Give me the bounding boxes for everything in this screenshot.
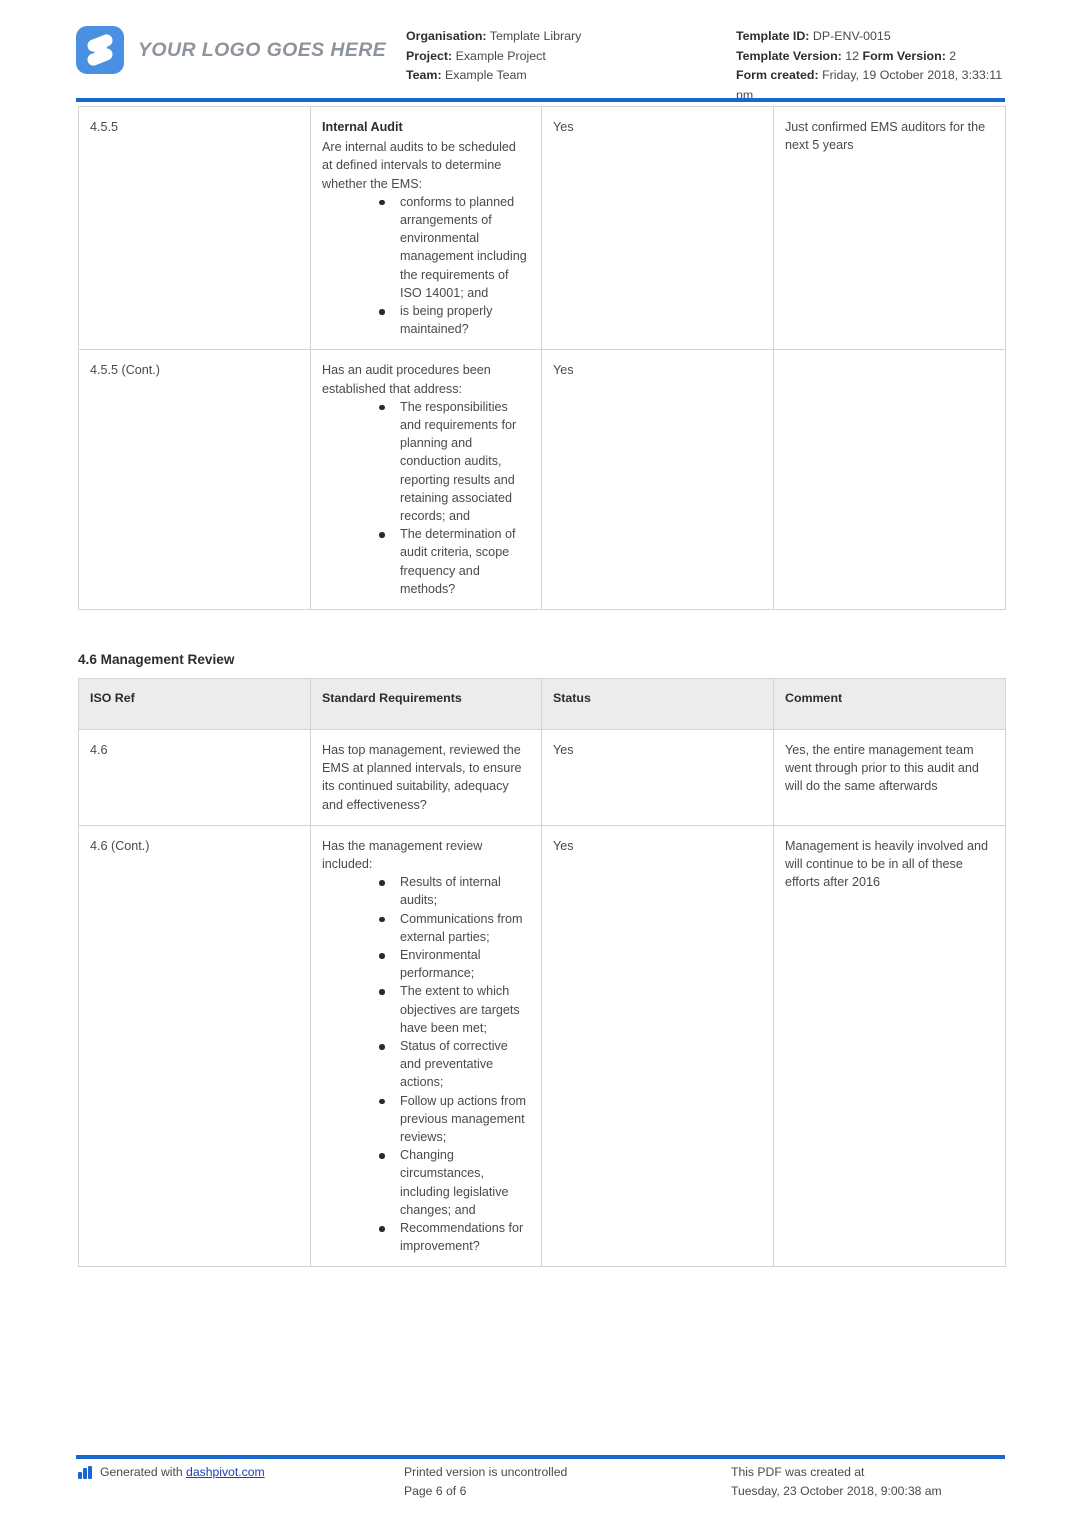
requirement-title: Internal Audit — [322, 120, 403, 134]
bar-chart-icon — [78, 1466, 93, 1479]
table-row: 4.5.5 Internal Audit Are internal audits… — [78, 105, 1006, 351]
requirement-intro: Has top management, reviewed the EMS at … — [322, 743, 522, 812]
footer-print-block: Printed version is uncontrolled Page 6 o… — [404, 1463, 731, 1501]
meta-template-version-value: 12 — [845, 48, 860, 63]
requirement-intro: Has the management review included: — [322, 838, 483, 872]
list-item: Changing circumstances, including legisl… — [379, 1146, 529, 1219]
logo-placeholder-text: YOUR LOGO GOES HERE — [138, 38, 387, 61]
meta-form-created-label: Form created: — [736, 68, 819, 82]
document-footer: Generated with dashpivot.com Printed ver… — [78, 1463, 1006, 1501]
list-item: Status of corrective and preventative ac… — [379, 1037, 529, 1092]
cell-standard-requirements: Has an audit procedures been established… — [310, 349, 542, 611]
list-item: The responsibilities and requirements fo… — [379, 398, 529, 525]
list-item: The extent to which objectives are targe… — [379, 982, 529, 1037]
cell-status: Yes — [541, 105, 774, 351]
meta-template-version-label: Template Version: — [736, 48, 842, 63]
list-item: Recommendations for improvement? — [379, 1219, 529, 1255]
dashpivot-link[interactable]: dashpivot.com — [186, 1465, 265, 1479]
logo-block: YOUR LOGO GOES HERE — [76, 18, 406, 74]
column-header-standard-requirements: Standard Requirements — [310, 678, 542, 730]
meta-project: Project: Example Project — [406, 47, 736, 67]
footer-generated-block: Generated with dashpivot.com — [78, 1463, 404, 1501]
meta-versions: Template Version: 12 Form Version: 2 — [736, 47, 1006, 67]
footer-generated-text: Generated with dashpivot.com — [100, 1463, 265, 1482]
meta-team: Team: Example Team — [406, 66, 736, 86]
cell-comment: Management is heavily involved and will … — [773, 824, 1006, 1268]
footer-created-value: Tuesday, 23 October 2018, 9:00:38 am — [731, 1484, 942, 1498]
document-page: YOUR LOGO GOES HERE Organisation: Templa… — [0, 0, 1086, 1536]
meta-organisation: Organisation: Template Library — [406, 27, 736, 47]
footer-generated-prefix: Generated with — [100, 1465, 183, 1479]
cell-iso-ref: 4.5.5 — [78, 105, 311, 351]
footer-page-number: Page 6 of 6 — [404, 1484, 467, 1498]
list-item: conforms to planned arrangements of envi… — [379, 193, 529, 302]
table-row: 4.6 Has top management, reviewed the EMS… — [78, 729, 1006, 826]
cell-status: Yes — [541, 349, 774, 611]
cell-iso-ref: 4.6 (Cont.) — [78, 824, 311, 1268]
meta-team-label: Team: — [406, 68, 442, 82]
cell-comment — [773, 349, 1006, 611]
document-header: YOUR LOGO GOES HERE Organisation: Templa… — [76, 18, 1006, 102]
meta-organisation-value: Template Library — [489, 29, 582, 43]
header-divider — [76, 98, 1005, 102]
table-header-row: ISO Ref Standard Requirements Status Com… — [78, 678, 1006, 730]
requirement-bullet-list: The responsibilities and requirements fo… — [322, 398, 529, 598]
cell-iso-ref: 4.5.5 (Cont.) — [78, 349, 311, 611]
footer-print-notice: Printed version is uncontrolled — [404, 1465, 568, 1479]
list-item: Communications from external parties; — [379, 910, 529, 946]
list-item: Results of internal audits; — [379, 873, 529, 909]
list-item: Environmental performance; — [379, 946, 529, 982]
meta-project-label: Project: — [406, 48, 453, 63]
column-header-comment: Comment — [773, 678, 1006, 730]
management-review-table: ISO Ref Standard Requirements Status Com… — [78, 678, 1006, 1268]
meta-form-version-label: Form Version: — [862, 48, 946, 63]
cell-status: Yes — [541, 729, 774, 826]
footer-created-label: This PDF was created at — [731, 1465, 865, 1479]
footer-divider — [76, 1455, 1005, 1459]
footer-created-block: This PDF was created at Tuesday, 23 Octo… — [731, 1463, 1006, 1501]
requirement-bullet-list: conforms to planned arrangements of envi… — [322, 193, 529, 339]
meta-project-value: Example Project — [455, 48, 546, 63]
meta-team-value: Example Team — [445, 68, 527, 82]
list-item: Follow up actions from previous manageme… — [379, 1092, 529, 1147]
cell-status: Yes — [541, 824, 774, 1268]
requirement-bullet-list: Results of internal audits; Communicatio… — [322, 873, 529, 1255]
cell-standard-requirements: Internal Audit Are internal audits to be… — [310, 105, 542, 351]
list-item: is being properly maintained? — [379, 302, 529, 338]
meta-form-version-value: 2 — [949, 48, 957, 63]
table-row: 4.6 (Cont.) Has the management review in… — [78, 824, 1006, 1268]
requirement-intro: Are internal audits to be scheduled at d… — [322, 140, 516, 191]
internal-audit-table: 4.5.5 Internal Audit Are internal audits… — [78, 105, 1006, 611]
meta-organisation-label: Organisation: — [406, 29, 487, 43]
meta-template-id: Template ID: DP-ENV-0015 — [736, 27, 1006, 47]
requirement-intro: Has an audit procedures been established… — [322, 363, 491, 396]
list-item: The determination of audit criteria, sco… — [379, 525, 529, 598]
cell-standard-requirements: Has the management review included: Resu… — [310, 824, 542, 1268]
header-meta-right: Template ID: DP-ENV-0015 Template Versio… — [736, 18, 1006, 105]
cell-iso-ref: 4.6 — [78, 729, 311, 826]
meta-template-id-value: DP-ENV-0015 — [812, 29, 891, 43]
column-header-status: Status — [541, 678, 774, 730]
column-header-iso-ref: ISO Ref — [78, 678, 311, 730]
cell-standard-requirements: Has top management, reviewed the EMS at … — [310, 729, 542, 826]
cell-comment: Just confirmed EMS auditors for the next… — [773, 105, 1006, 351]
table-row: 4.5.5 (Cont.) Has an audit procedures be… — [78, 349, 1006, 611]
meta-template-id-label: Template ID: — [736, 29, 810, 43]
cell-comment: Yes, the entire management team went thr… — [773, 729, 1006, 826]
section-heading-management-review: 4.6 Management Review — [78, 652, 235, 667]
header-meta-left: Organisation: Template Library Project: … — [406, 18, 736, 86]
company-logo-icon — [76, 26, 124, 74]
